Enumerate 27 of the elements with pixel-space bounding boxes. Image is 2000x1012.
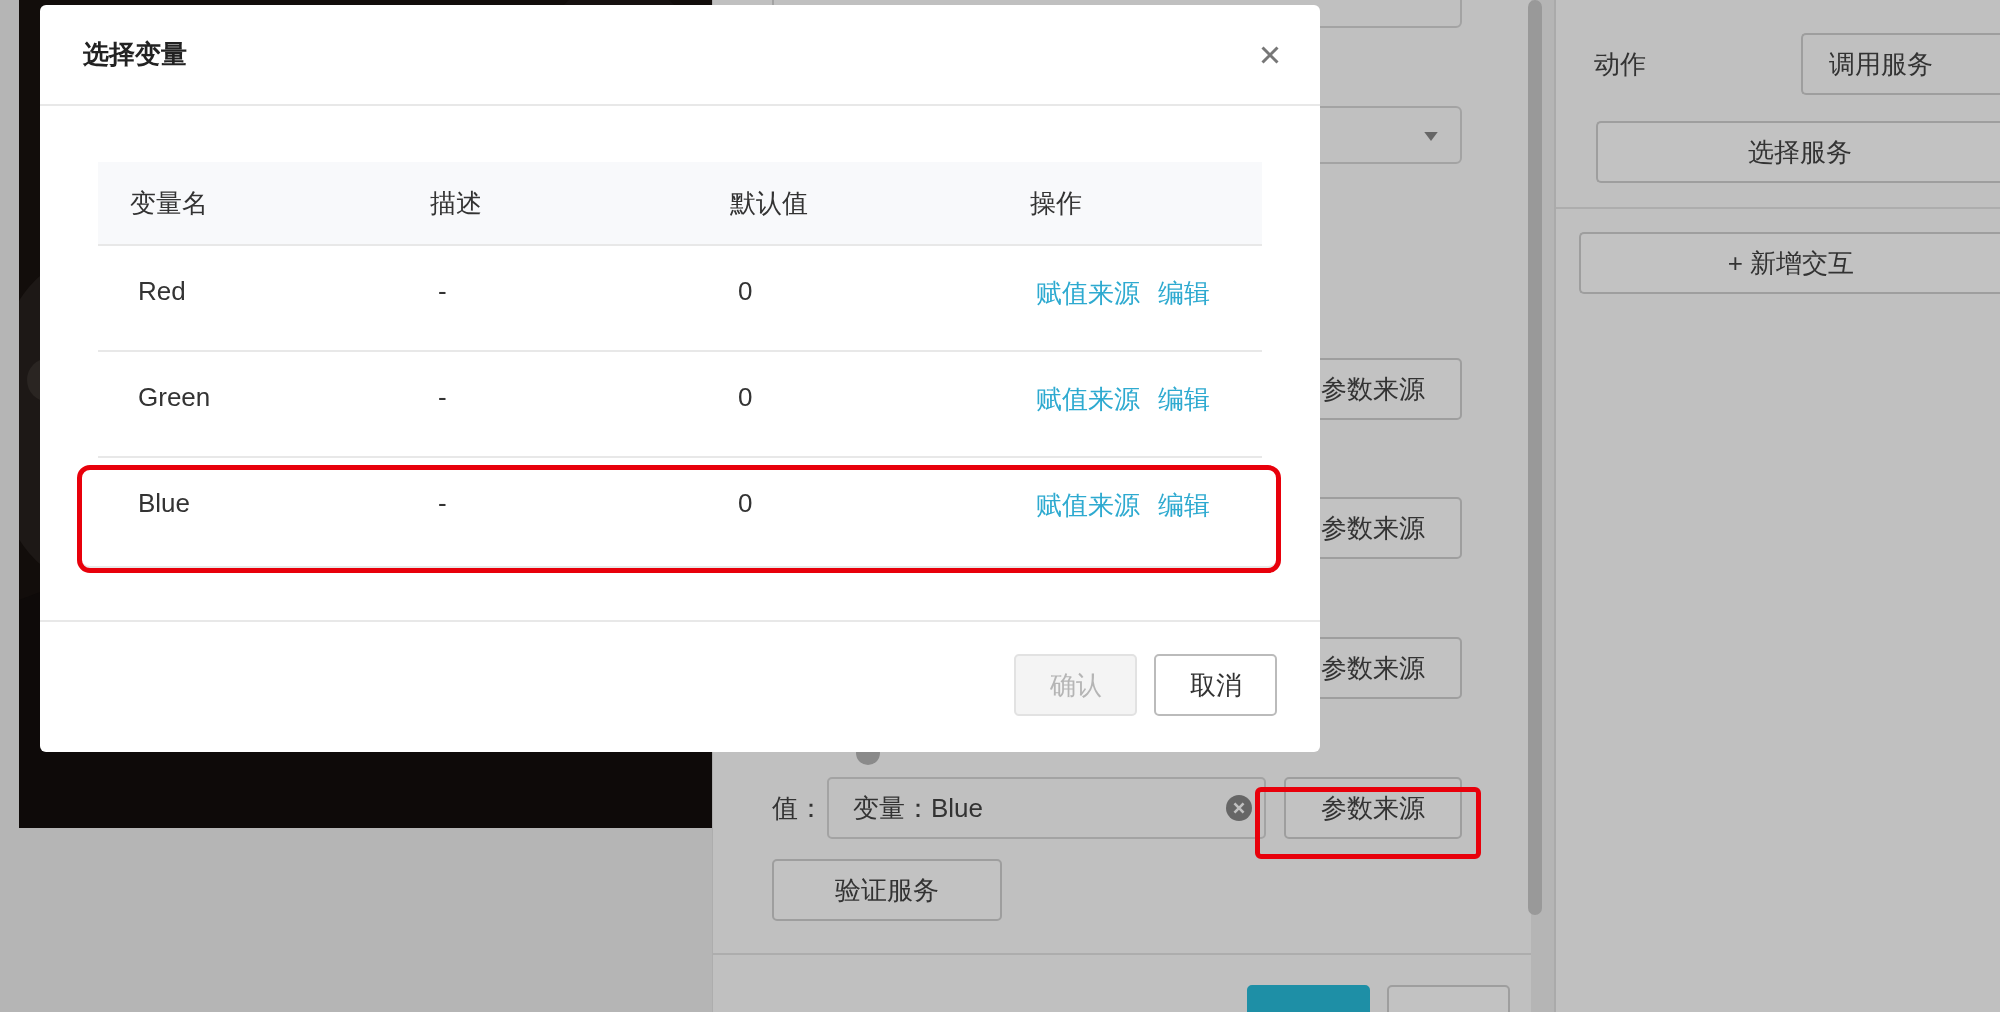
add-interaction-button[interactable]: + 新增交互 [1579, 232, 2000, 294]
close-icon[interactable] [1260, 44, 1280, 65]
table-cell-text: Green [137, 382, 212, 414]
table-cell-text: - [437, 276, 448, 308]
table-cell-text: 0 [737, 382, 754, 414]
source-button[interactable]: 参数来源 [1284, 777, 1462, 839]
select-service-button[interactable]: 选择服务 [1596, 121, 2000, 183]
column-header: 默认值 [729, 186, 809, 220]
caret-icon [1424, 132, 1438, 141]
table-cell-text: Red [137, 276, 187, 308]
column-header: 操作 [1029, 186, 1083, 220]
action-label: 动作 [1594, 47, 1647, 81]
action-select[interactable]: 调用服务 [1801, 33, 2000, 95]
clear-icon[interactable] [1226, 795, 1253, 821]
value-label: 值： [772, 791, 825, 825]
table-cell-text: 0 [737, 276, 754, 308]
scrollbar[interactable] [1528, 0, 1542, 915]
table-cell-text: - [437, 382, 448, 414]
value-field[interactable]: 变量：Blue [826, 777, 1267, 839]
dialog-title: 选择变量 [83, 38, 187, 71]
column-header: 变量名 [129, 186, 209, 220]
table-cell-text: Blue [137, 488, 192, 520]
table-cell-text: - [437, 488, 448, 520]
column-header: 描述 [429, 186, 483, 220]
table-cell-text: 0 [737, 488, 754, 520]
verify-button[interactable]: 验证服务 [772, 859, 1002, 921]
dialog-button[interactable]: 取消 [1154, 654, 1277, 716]
